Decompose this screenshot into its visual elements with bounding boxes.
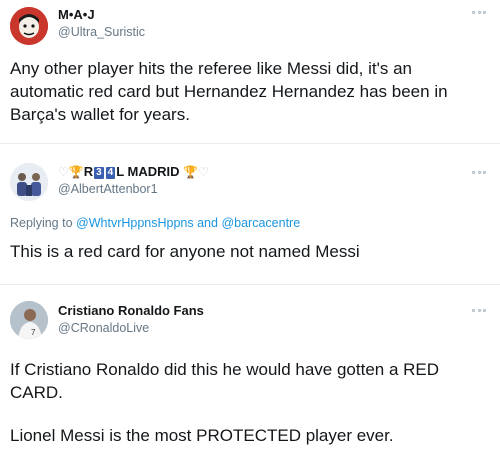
trophy-icon: 🏆 xyxy=(68,165,84,179)
mention-link[interactable]: @barcacentre xyxy=(221,216,300,230)
display-name[interactable]: M•A•J xyxy=(58,7,95,22)
tweet-text: If Cristiano Ronaldo did this he would h… xyxy=(10,360,440,402)
more-options-icon[interactable] xyxy=(472,169,486,175)
white-heart-icon: ♡ xyxy=(58,165,69,179)
avatar[interactable]: 7 xyxy=(10,301,48,339)
team-photo-avatar-icon xyxy=(10,163,48,201)
avatar[interactable] xyxy=(10,7,48,45)
trophy-icon: 🏆 xyxy=(183,165,199,179)
svg-text:7: 7 xyxy=(31,328,36,337)
tweet-text: Any other player hits the referee like M… xyxy=(10,59,448,124)
score-badge: 3 xyxy=(94,167,104,179)
more-options-icon[interactable] xyxy=(472,307,486,313)
tweet-text: Lionel Messi is the most PROTECTED playe… xyxy=(10,426,394,445)
name-suffix: L MADRID xyxy=(116,164,180,179)
tweet-1[interactable]: M•A•J @Ultra_Suristic Any other player h… xyxy=(0,0,500,140)
tweet-text: This is a red card for anyone not named … xyxy=(10,242,360,261)
name-prefix: R xyxy=(83,164,94,179)
mention-link[interactable]: @WhtvrHppnsHppns xyxy=(76,216,194,230)
white-heart-icon: ♡ xyxy=(198,165,209,179)
replying-to: Replying to @WhtvrHppnsHppns and @barcac… xyxy=(10,216,300,230)
display-name[interactable]: Cristiano Ronaldo Fans xyxy=(58,303,204,318)
tweet-2[interactable]: ♡🏆R 3 4 L MADRID 🏆♡ @AlbertAttenbor1 Replyi… xyxy=(0,144,500,272)
cartoon-avatar-icon xyxy=(10,7,48,45)
more-options-icon[interactable] xyxy=(472,9,486,15)
reply-prefix: Replying to xyxy=(10,216,73,230)
player-photo-avatar-icon: 7 xyxy=(10,301,48,339)
reply-and: and xyxy=(197,216,218,230)
handle[interactable]: @Ultra_Suristic xyxy=(58,25,145,39)
handle[interactable]: @CRonaldoLive xyxy=(58,321,149,335)
score-badge: 4 xyxy=(105,167,116,179)
tweet-3[interactable]: 7 Cristiano Ronaldo Fans @CRonaldoLive I… xyxy=(0,285,500,467)
handle[interactable]: @AlbertAttenbor1 xyxy=(58,182,158,196)
display-name[interactable]: ♡🏆R 3 4 L MADRID 🏆♡ xyxy=(58,164,209,179)
avatar[interactable] xyxy=(10,163,48,201)
